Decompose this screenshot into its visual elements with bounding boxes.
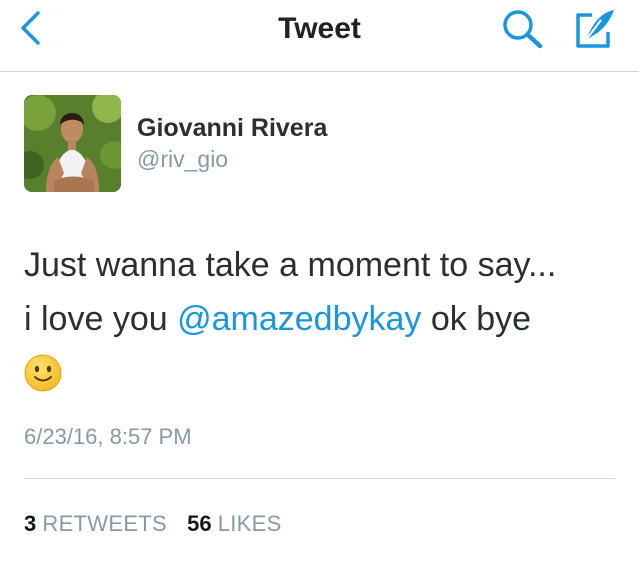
tweet-text: Just wanna take a moment to say... i lov… [24, 238, 624, 402]
avatar[interactable] [24, 95, 121, 192]
tweet-text-segment: ok bye [421, 300, 532, 338]
retweets-stat[interactable]: 3 RETWEETS [24, 511, 167, 537]
author-handle[interactable]: @riv_gio [137, 146, 228, 173]
compose-tweet-icon[interactable] [570, 6, 620, 52]
tweet-timestamp: 6/23/16, 8:57 PM [24, 424, 192, 449]
nav-bar: Tweet [0, 0, 639, 72]
author-name[interactable]: Giovanni Rivera [137, 114, 327, 143]
tweet-text-line: i love you @amazedbykay ok bye [24, 292, 624, 346]
tweet-stats: 3 RETWEETS 56 LIKES [24, 511, 296, 537]
divider [24, 478, 615, 479]
search-icon[interactable] [499, 7, 547, 51]
tweet-text-line: Just wanna take a moment to say... [24, 246, 557, 284]
mention-link[interactable]: @amazedbykay [177, 300, 421, 338]
emoji-line [24, 346, 624, 402]
likes-label: LIKES [217, 511, 282, 536]
retweets-count: 3 [24, 511, 37, 536]
slightly-smiling-face-icon [24, 354, 62, 392]
tweet-text-segment: i love you [24, 300, 178, 338]
retweets-label: RETWEETS [42, 511, 167, 536]
likes-count: 56 [187, 511, 212, 536]
likes-stat[interactable]: 56 LIKES [187, 511, 281, 537]
